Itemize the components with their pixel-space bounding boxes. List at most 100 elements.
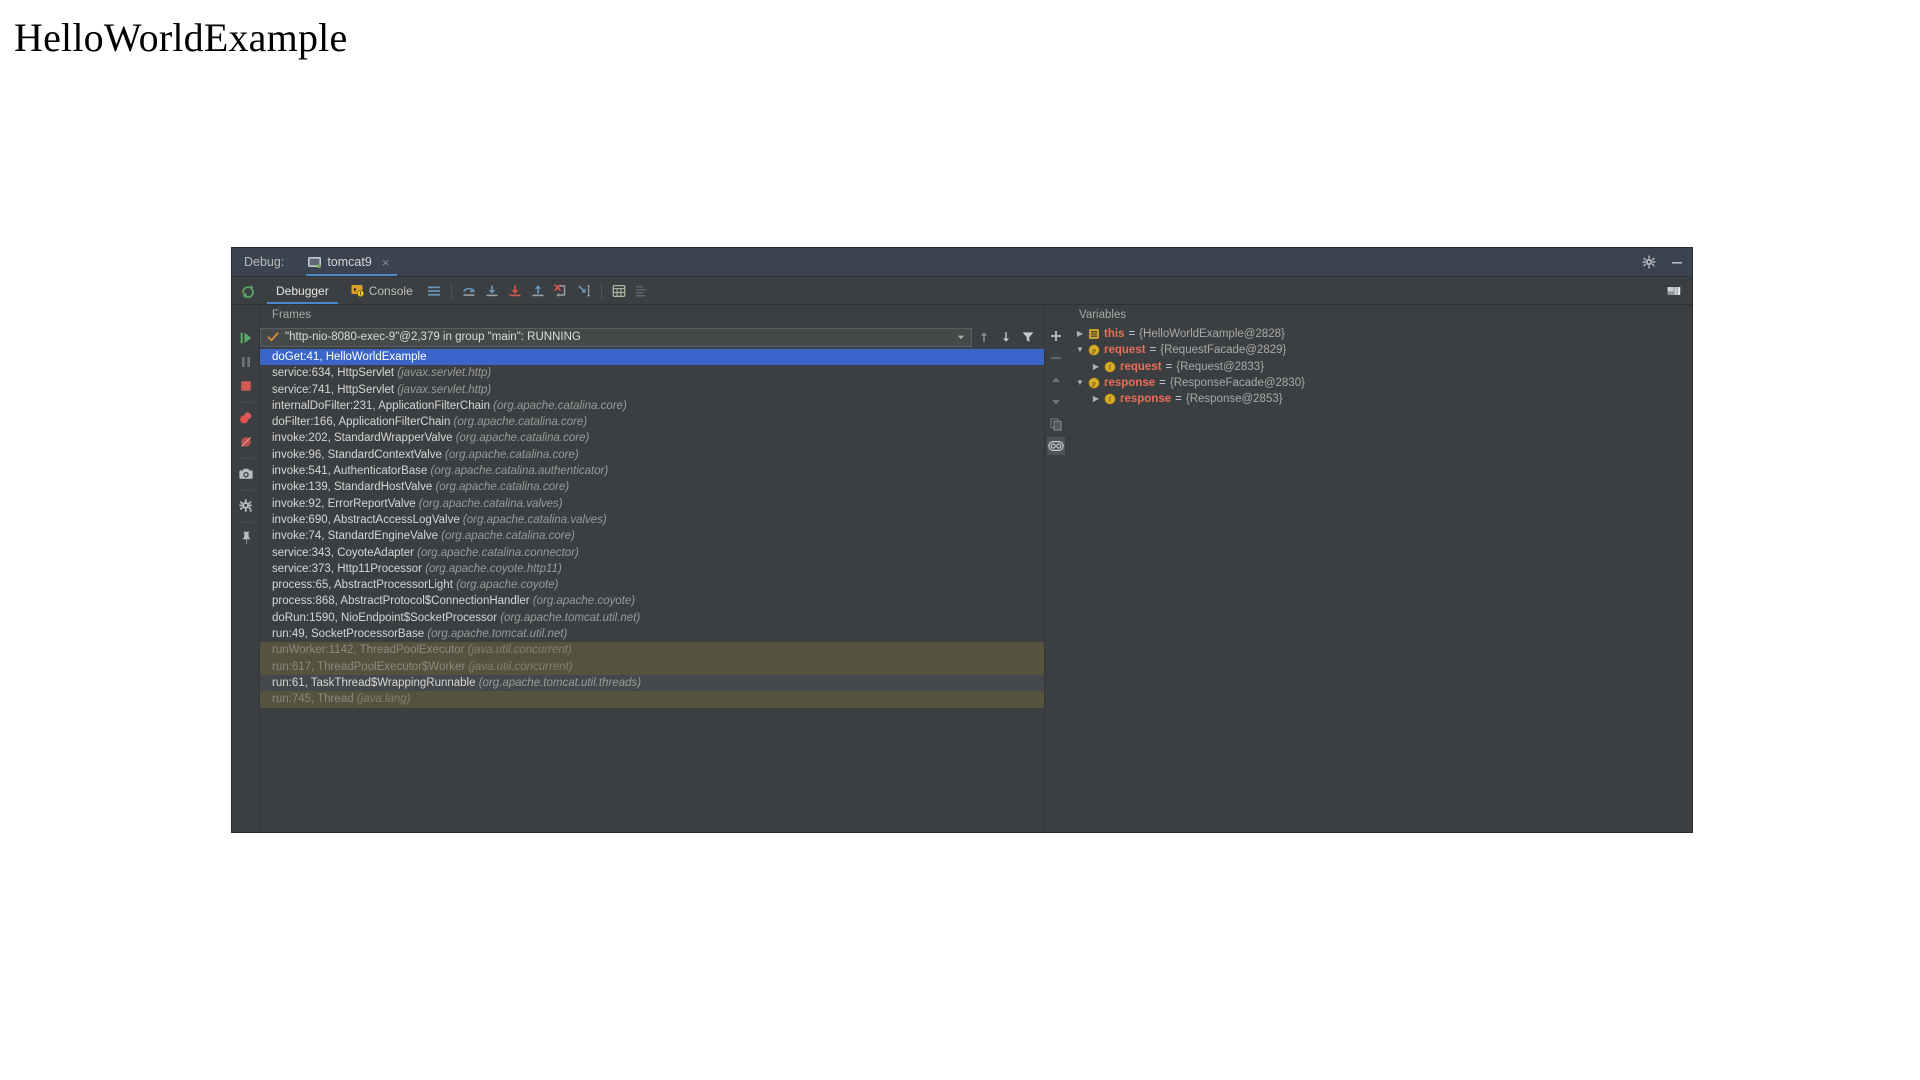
frame-row[interactable]: invoke:92, ErrorReportValve (org.apache.…	[260, 496, 1044, 512]
frame-row[interactable]: runWorker:1142, ThreadPoolExecutor (java…	[260, 642, 1044, 659]
field-icon: f	[1103, 360, 1116, 373]
frame-row[interactable]: internalDoFilter:231, ApplicationFilterC…	[260, 398, 1044, 414]
toolbar-icon-group-eval	[609, 281, 652, 301]
inspect-icon[interactable]	[1047, 437, 1065, 455]
add-watch-icon[interactable]	[1047, 327, 1065, 345]
frame-row[interactable]: service:741, HttpServlet (javax.servlet.…	[260, 382, 1044, 398]
parameter-icon: p	[1087, 344, 1100, 357]
chevron-down-icon[interactable]: ▼	[1073, 375, 1087, 391]
debug-window-body: Frames "http-nio-8080-exec-9"@2,379 in g…	[232, 305, 1692, 832]
frame-row[interactable]: invoke:690, AbstractAccessLogValve (org.…	[260, 512, 1044, 528]
minimize-icon[interactable]	[1670, 255, 1684, 269]
variables-pane-title: Variables	[1079, 309, 1127, 321]
move-up-icon[interactable]	[1047, 371, 1065, 389]
mute-breakpoints-icon[interactable]	[632, 281, 652, 301]
settings-icon[interactable]	[235, 495, 257, 516]
run-configuration-tab[interactable]: tomcat9 ×	[306, 248, 398, 276]
chevron-down-icon[interactable]: ▼	[1073, 342, 1087, 358]
copy-icon[interactable]	[1047, 415, 1065, 433]
gear-icon[interactable]	[1642, 255, 1656, 269]
frames-list[interactable]: doGet:41, HelloWorldExample service:634, …	[260, 348, 1044, 832]
step-out-icon[interactable]	[528, 281, 548, 301]
frame-row[interactable]: run:617, ThreadPoolExecutor$Worker (java…	[260, 658, 1044, 675]
tab-console[interactable]: Console	[340, 277, 424, 304]
frame-row[interactable]: invoke:139, StandardHostValve (org.apach…	[260, 479, 1044, 495]
chevron-right-icon[interactable]: ▶	[1089, 391, 1103, 407]
variables-pane: Variables ▶ this = {HelloWorldExample@2828}…	[1067, 305, 1692, 832]
variable-value: {ResponseFacade@2830}	[1169, 376, 1305, 389]
variable-row[interactable]: ▶ this = {HelloWorldExample@2828}	[1067, 326, 1692, 342]
frame-package: (org.apache.catalina.core)	[441, 448, 579, 461]
frame-package: (org.apache.catalina.connector)	[413, 546, 579, 559]
snapshot-icon[interactable]	[235, 463, 257, 484]
variable-row[interactable]: ▼ p request = {RequestFacade@2829}	[1067, 342, 1692, 358]
frame-row[interactable]: service:373, Http11Processor (org.apache…	[260, 561, 1044, 577]
frame-package: (org.apache.coyote)	[529, 595, 636, 608]
variable-equals: =	[1159, 376, 1166, 389]
stop-icon[interactable]	[235, 375, 257, 396]
frame-row[interactable]: run:49, SocketProcessorBase (org.apache.…	[260, 626, 1044, 642]
frame-package: (org.apache.catalina.valves)	[415, 497, 563, 510]
run-to-cursor-icon[interactable]	[574, 281, 594, 301]
frame-row[interactable]: process:868, AbstractProtocol$Connection…	[260, 593, 1044, 609]
variables-list[interactable]: ▶ this = {HelloWorldExample@2828} ▼ p request =…	[1067, 326, 1692, 407]
frame-row[interactable]: invoke:74, StandardEngineValve (org.apac…	[260, 528, 1044, 544]
frame-row[interactable]: service:343, CoyoteAdapter (org.apache.c…	[260, 545, 1044, 561]
variable-row[interactable]: ▶ f request = {Request@2833}	[1067, 359, 1692, 375]
evaluate-expression-icon[interactable]	[609, 281, 629, 301]
svg-text:p: p	[1092, 346, 1096, 355]
variable-value: {Request@2833}	[1176, 360, 1265, 373]
page-title: HelloWorldExample	[14, 15, 348, 60]
variable-name: response	[1104, 376, 1156, 389]
close-icon[interactable]: ×	[382, 256, 390, 269]
step-into-icon[interactable]	[482, 281, 502, 301]
layout-lines-icon[interactable]	[424, 281, 444, 301]
header-right-actions	[1642, 248, 1684, 276]
frame-row[interactable]: invoke:541, AuthenticatorBase (org.apach…	[260, 463, 1044, 479]
pause-program-icon[interactable]	[235, 351, 257, 372]
filter-icon[interactable]	[1018, 327, 1038, 347]
toolbar-icon-group-layout	[424, 281, 444, 301]
arrow-up-icon[interactable]	[974, 327, 994, 347]
debug-label: Debug:	[244, 255, 285, 269]
frame-row[interactable]: doFilter:166, ApplicationFilterChain (or…	[260, 414, 1044, 430]
variable-row[interactable]: ▶ f response = {Response@2853}	[1067, 391, 1692, 407]
variable-row[interactable]: ▼ p response = {ResponseFacade@2830}	[1067, 375, 1692, 391]
frame-method: runWorker:1142, ThreadPoolExecutor	[272, 644, 465, 657]
frame-row[interactable]: service:634, HttpServlet (javax.servlet.…	[260, 365, 1044, 381]
frame-row[interactable]: invoke:96, StandardContextValve (org.apa…	[260, 447, 1044, 463]
remove-watch-icon[interactable]	[1047, 349, 1065, 367]
frame-row[interactable]: run:61, TaskThread$WrappingRunnable (org…	[260, 674, 1044, 692]
side-divider-1	[237, 402, 254, 403]
frame-row[interactable]: doGet:41, HelloWorldExample	[260, 349, 1044, 366]
field-icon: f	[1103, 393, 1116, 406]
tab-debugger[interactable]: Debugger	[265, 277, 340, 304]
frame-row[interactable]: invoke:202, StandardWrapperValve (org.ap…	[260, 430, 1044, 446]
frame-method: invoke:690, AbstractAccessLogValve	[272, 513, 460, 526]
resume-program-icon[interactable]	[235, 327, 257, 348]
variable-value: {RequestFacade@2829}	[1160, 344, 1287, 357]
side-divider-2	[237, 458, 254, 459]
drop-frame-icon[interactable]	[551, 281, 571, 301]
thread-selector[interactable]: "http-nio-8080-exec-9"@2,379 in group "m…	[260, 327, 972, 347]
restore-layout-icon[interactable]	[1664, 281, 1684, 301]
frame-row[interactable]: process:65, AbstractProcessorLight (org.…	[260, 577, 1044, 593]
frame-row[interactable]: run:745, Thread (java.lang)	[260, 691, 1044, 708]
pin-tab-icon[interactable]	[235, 527, 257, 548]
mute-breakpoints-icon[interactable]	[235, 431, 257, 452]
step-over-icon[interactable]	[459, 281, 479, 301]
variable-value: {Response@2853}	[1185, 393, 1283, 406]
chevron-right-icon[interactable]: ▶	[1073, 326, 1087, 342]
frame-method: service:373, Http11Processor	[272, 562, 422, 575]
frame-row[interactable]: doRun:1590, NioEndpoint$SocketProcessor …	[260, 610, 1044, 626]
view-breakpoints-icon[interactable]	[235, 407, 257, 428]
force-step-into-icon[interactable]	[505, 281, 525, 301]
chevron-down-icon[interactable]	[953, 332, 969, 342]
toolbar-icon-group-stepping	[459, 281, 594, 301]
chevron-right-icon[interactable]: ▶	[1089, 359, 1103, 375]
side-divider-3	[237, 490, 254, 491]
rerun-icon[interactable]	[241, 284, 255, 298]
debug-tool-window: Debug: tomcat9 × Debugger Console Frames…	[232, 248, 1692, 832]
move-down-icon[interactable]	[1047, 393, 1065, 411]
arrow-down-icon[interactable]	[996, 327, 1016, 347]
